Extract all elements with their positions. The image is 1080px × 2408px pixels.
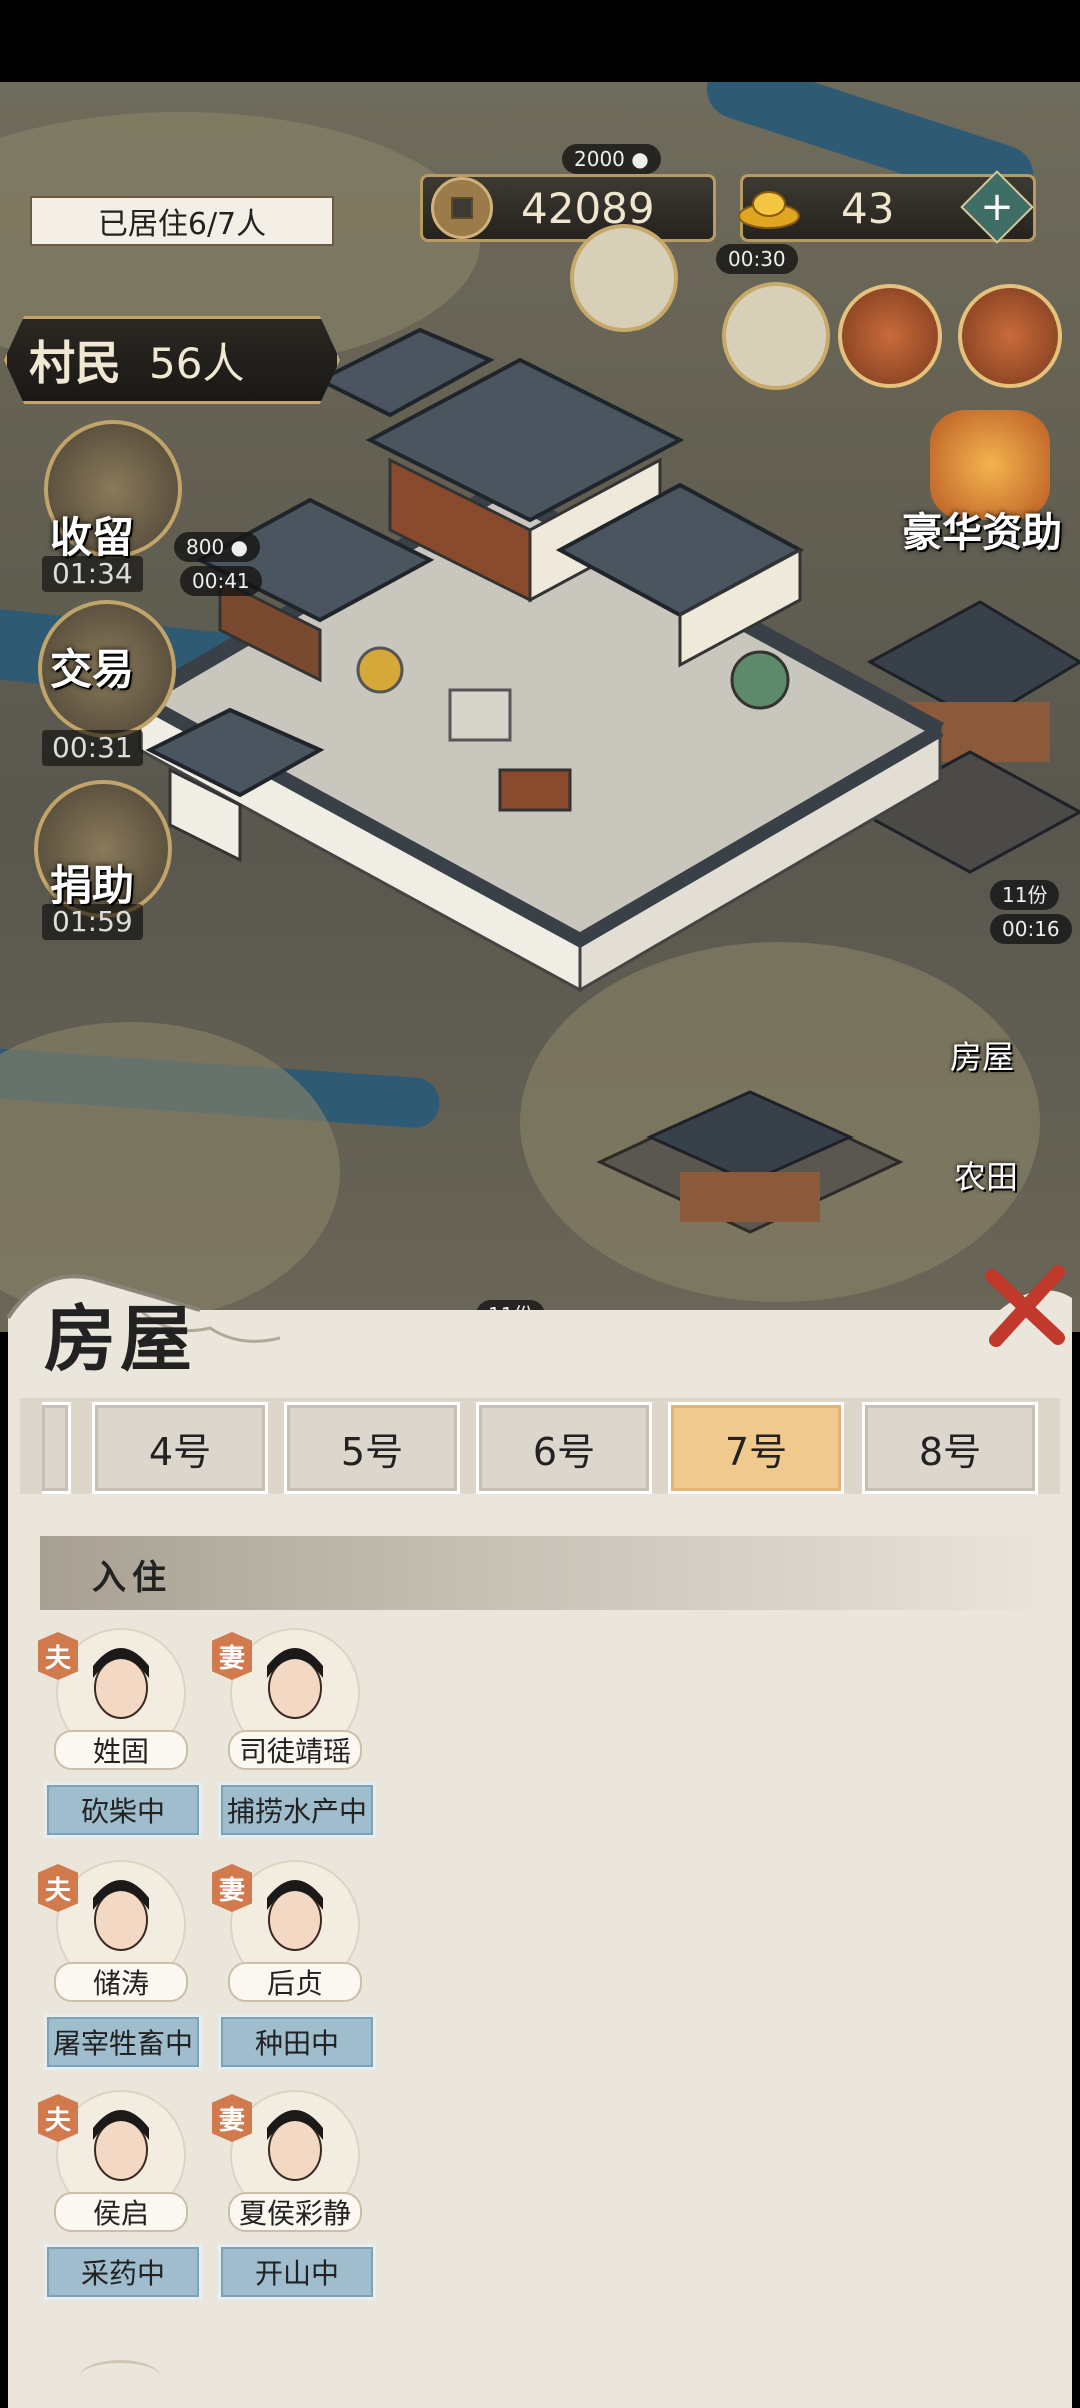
tab-house-5[interactable]: 5号 [284,1402,460,1494]
tab-house-7[interactable]: 7号 [668,1402,844,1494]
gold-ingot-icon [738,191,800,229]
donate-timer: 01:59 [42,904,143,940]
trade-label: 交易 [50,645,135,694]
resident-name: 侯启 [54,2192,188,2232]
resident-status[interactable]: 开山中 [218,2244,376,2300]
coin-counter[interactable]: 42089 [420,174,716,242]
panel-title: 房屋 [44,1296,197,1381]
coin-icon [431,177,493,239]
resident-name: 姓固 [54,1730,188,1770]
resident-status[interactable]: 捕捞水产中 [218,1782,376,1838]
tag-800-value: 800 [186,535,225,559]
map-label-farm[interactable]: 农田 [954,1152,1018,1198]
tab-partial-previous[interactable] [42,1402,71,1494]
villager-panel[interactable]: 村民 56人 [4,316,340,404]
tag-timer: 00:41 [180,566,262,596]
role-tag: 妻 [212,2094,252,2142]
settings-gear-button[interactable] [958,284,1062,388]
scroll-button[interactable] [838,284,942,388]
right-tag-2: 00:16 [990,914,1072,944]
villager-title: 村民 [29,336,121,390]
role-tag: 夫 [38,1632,78,1680]
resident-status[interactable]: 种田中 [218,2014,376,2070]
cost-tag-value: 2000 [574,147,625,171]
role-tag: 妻 [212,1864,252,1912]
role-tag: 妻 [212,1632,252,1680]
villager-portrait-button[interactable] [570,224,678,332]
plus-icon: + [980,184,1014,230]
resident-name: 夏侯彩静 [228,2192,362,2232]
shelter-timer: 01:34 [42,556,143,592]
background-houses [596,1090,904,1234]
gold-counter[interactable]: 43 + [738,170,1036,244]
status-bar-area [0,0,1080,82]
luxury-sponsor-label[interactable]: 豪华资助 [902,500,1062,558]
close-icon[interactable] [978,1256,1074,1352]
villager-count: 56人 [149,338,245,388]
resident-status[interactable]: 屠宰牲畜中 [44,2014,202,2070]
portrait-timer: 00:30 [716,244,798,274]
trade-timer: 00:31 [42,730,143,766]
partial-next-avatar [80,2360,160,2393]
section-bar [40,1536,1060,1610]
tag-800: 800 ● [174,532,260,562]
residents-count-label: 已居住6/7人 [30,196,334,246]
resident-name: 储涛 [54,1962,188,2002]
tab-house-6[interactable]: 6号 [476,1402,652,1494]
right-tag-1: 11份 [990,880,1060,910]
resident-name: 司徒靖瑶 [228,1730,362,1770]
cost-tag: 2000 ● [562,144,661,174]
portrait-timer-value: 00:30 [728,247,786,271]
add-gold-button[interactable]: + [960,170,1034,244]
gold-value: 43 [841,183,895,233]
role-tag: 夫 [38,2094,78,2142]
house-building-illustration[interactable] [120,300,960,1040]
map-label-house[interactable]: 房屋 [950,1032,1014,1078]
official-portrait-button[interactable] [722,282,830,390]
resident-status[interactable]: 砍柴中 [44,1782,202,1838]
role-tag: 夫 [38,1864,78,1912]
tab-house-4[interactable]: 4号 [92,1402,268,1494]
section-title: 入住 [92,1558,172,1598]
resident-name: 后贞 [228,1962,362,2002]
tab-house-8[interactable]: 8号 [862,1402,1038,1494]
resident-status[interactable]: 采药中 [44,2244,202,2300]
